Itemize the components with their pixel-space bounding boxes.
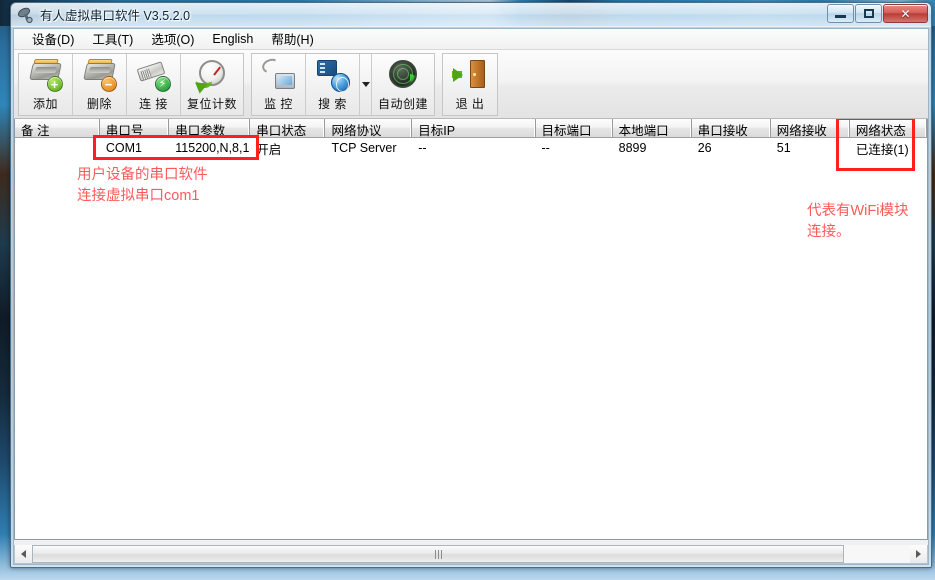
menu-options[interactable]: 选项(O) <box>142 27 203 51</box>
annotation-right-line2: 连接。 <box>807 224 851 240</box>
horizontal-scrollbar[interactable] <box>14 545 928 564</box>
maximize-button[interactable] <box>855 4 882 23</box>
menu-tools[interactable]: 工具(T) <box>83 27 142 51</box>
column-header-port-status[interactable]: 串口状态 <box>250 119 326 137</box>
toolbar-connect-button[interactable]: ⚡ 连 接 <box>127 54 181 115</box>
reset-counter-gauge-icon <box>194 57 230 94</box>
toolbar-search-label: 搜 索 <box>318 97 347 111</box>
close-button[interactable]: ✕ <box>883 4 928 23</box>
scrollbar-grip-icon <box>434 549 442 559</box>
toolbar-exit-label: 退 出 <box>455 97 485 111</box>
chevron-right-icon <box>916 550 921 558</box>
menu-bar: 设备(D) 工具(T) 选项(O) English 帮助(H) <box>14 29 928 50</box>
column-header-local-port[interactable]: 本地端口 <box>613 119 692 137</box>
desktop-background: 有人虚拟串口软件 V3.5.2.0 ✕ 设备(D) 工具(T) 选项(O) En… <box>0 0 935 580</box>
cell-net-rx: 51 <box>776 141 791 155</box>
cell-port-status: 开启 <box>256 142 282 157</box>
cell-protocol: TCP Server <box>331 141 397 155</box>
device-list-view[interactable]: 备 注 串口号 串口参数 串口状态 网络协议 目标IP 目标端口 本地端口 串口… <box>14 119 928 540</box>
close-icon: ✕ <box>900 6 911 21</box>
column-header-net-status[interactable]: 网络状态 <box>850 119 927 137</box>
search-network-icon <box>315 57 351 93</box>
toolbar-delete-button[interactable]: − 删除 <box>73 54 127 115</box>
scroll-left-button[interactable] <box>15 545 32 563</box>
window-title: 有人虚拟串口软件 V3.5.2.0 <box>40 9 191 23</box>
auto-create-radar-icon <box>385 57 421 93</box>
menu-help[interactable]: 帮助(H) <box>262 27 322 51</box>
serial-port-add-icon: + <box>28 57 64 93</box>
menu-english[interactable]: English <box>203 30 262 49</box>
cell-target-port: -- <box>541 141 550 155</box>
toolbar-connect-label: 连 接 <box>139 97 168 111</box>
annotation-left: 用户设备的串口软件 连接虚拟串口com1 <box>77 165 208 207</box>
toolbar-add-button[interactable]: + 添加 <box>19 54 73 115</box>
menu-device[interactable]: 设备(D) <box>23 27 83 51</box>
toolbar-auto-create-label: 自动创建 <box>377 97 428 111</box>
window-controls: ✕ <box>826 4 928 23</box>
app-satellite-icon <box>17 6 35 24</box>
cell-com-port: COM1 <box>105 141 142 155</box>
scrollbar-track[interactable] <box>32 545 910 563</box>
toolbar-delete-label: 删除 <box>86 97 112 111</box>
column-header-remark[interactable]: 备 注 <box>15 119 100 137</box>
rj45-connect-icon: ⚡ <box>136 57 172 93</box>
annotation-right: 代表有WiFi模块 连接。 <box>807 201 909 243</box>
cell-params: 115200,N,8,1 <box>175 141 250 155</box>
toolbar-monitor-label: 监 控 <box>264 97 293 111</box>
annotation-right-line1: 代表有WiFi模块 <box>807 203 909 219</box>
column-header-target-port[interactable]: 目标端口 <box>536 119 613 137</box>
toolbar-separator-2 <box>435 53 442 116</box>
cell-local-port: 8899 <box>618 141 647 155</box>
toolbar-search-button[interactable]: 搜 索 <box>306 54 360 115</box>
application-window: 有人虚拟串口软件 V3.5.2.0 ✕ 设备(D) 工具(T) 选项(O) En… <box>10 2 932 568</box>
column-header-serial-rx[interactable]: 串口接收 <box>692 119 771 137</box>
toolbar-exit-button[interactable]: 退 出 <box>443 54 497 115</box>
toolbar-group-network: 监 控 搜 索 自动创建 <box>251 53 435 116</box>
column-header-net-rx[interactable]: 网络接收 <box>771 119 850 137</box>
column-header-target-ip[interactable]: 目标IP <box>412 119 536 137</box>
toolbar-separator-1 <box>244 53 251 116</box>
minimize-button[interactable] <box>827 4 854 23</box>
toolbar-reset-counter-label: 复位计数 <box>186 97 237 111</box>
scrollbar-thumb[interactable] <box>32 545 845 563</box>
toolbar-reset-counter-button[interactable]: 复位计数 <box>181 54 243 115</box>
cell-serial-rx: 26 <box>697 141 712 155</box>
column-header-protocol[interactable]: 网络协议 <box>325 119 413 137</box>
minimize-icon <box>835 15 846 18</box>
maximize-icon <box>863 9 874 18</box>
column-header-com-port[interactable]: 串口号 <box>100 119 170 137</box>
chevron-left-icon <box>21 550 26 558</box>
toolbar-monitor-button[interactable]: 监 控 <box>252 54 306 115</box>
serial-port-remove-icon: − <box>82 57 118 93</box>
client-area: 设备(D) 工具(T) 选项(O) English 帮助(H) + 添加 − 删… <box>13 28 929 565</box>
list-header-row: 备 注 串口号 串口参数 串口状态 网络协议 目标IP 目标端口 本地端口 串口… <box>15 119 927 138</box>
toolbar: + 添加 − 删除 ⚡ 连 接 复位计数 监 控 搜 索 自动创建 退 出 <box>14 50 928 119</box>
toolbar-auto-create-button[interactable]: 自动创建 <box>372 54 434 115</box>
annotation-left-line2: 连接虚拟串口com1 <box>77 188 200 204</box>
cell-target-ip: -- <box>418 141 427 155</box>
column-header-params[interactable]: 串口参数 <box>169 119 251 137</box>
toolbar-group-exit: 退 出 <box>442 53 498 116</box>
title-bar: 有人虚拟串口软件 V3.5.2.0 ✕ <box>11 3 931 27</box>
chevron-down-icon <box>361 82 370 87</box>
exit-door-icon <box>452 57 488 93</box>
table-row[interactable]: COM1 115200,N,8,1 开启 TCP Server -- -- 88… <box>15 138 927 158</box>
cell-net-status: 已连接(1) <box>855 142 909 157</box>
monitor-dish-icon <box>259 56 297 93</box>
annotation-left-line1: 用户设备的串口软件 <box>77 167 208 183</box>
toolbar-add-label: 添加 <box>32 97 58 111</box>
scroll-right-button[interactable] <box>910 545 927 563</box>
toolbar-group-device: + 添加 − 删除 ⚡ 连 接 复位计数 <box>18 53 244 116</box>
search-dropdown-button[interactable] <box>360 54 372 115</box>
